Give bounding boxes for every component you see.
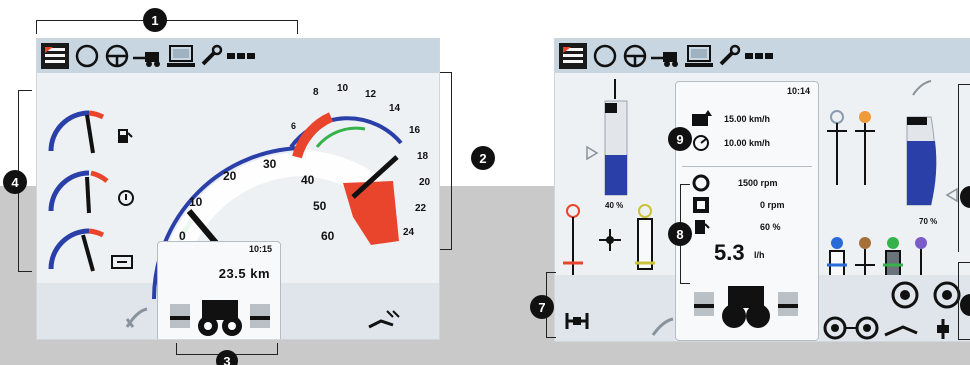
valve-lever-red (563, 204, 583, 279)
top-right-icon (912, 80, 932, 96)
menu-icon[interactable] (41, 43, 69, 69)
rpm-tick-8: 8 (313, 87, 319, 98)
rpm-tick-10: 10 (337, 83, 349, 94)
callout-4: 4 (3, 170, 27, 194)
rpm-tick-14: 14 (389, 103, 401, 114)
rpm-tick-18: 18 (417, 151, 429, 162)
rpm-tick-6: 6 (291, 121, 297, 131)
valve-lever-blue-top (827, 110, 847, 185)
joystick-icon (599, 229, 621, 251)
callout-2: 2 (471, 146, 495, 170)
speed-tick-30: 30 (263, 157, 277, 171)
cruise-icon (693, 135, 709, 151)
oil-pressure-gauge (48, 228, 105, 272)
wrench-icon[interactable] (199, 44, 223, 68)
odometer-distance: 23.5 km (218, 266, 270, 281)
valve-lever-yellow (635, 204, 655, 270)
right-display-screen: 40 % 10:14 15.00 km/h 10.00 km/h 1500 rp… (554, 38, 970, 342)
odometer-time: 10:15 (248, 244, 272, 254)
service-icon[interactable] (227, 49, 255, 63)
callout-9: 9 (668, 127, 692, 151)
left-gauge-percent: 40 % (605, 201, 624, 210)
panel-time: 10:14 (786, 86, 810, 96)
steering-wheel-icon[interactable] (105, 44, 129, 68)
right-edge-bracket-top (958, 84, 970, 252)
fuel-gauge (48, 110, 105, 154)
rpm-tick-20: 20 (419, 177, 431, 188)
implement-icon[interactable] (651, 44, 681, 68)
fuel-icon (695, 220, 710, 234)
implement-icon[interactable] (133, 44, 163, 68)
circle-icon[interactable] (593, 44, 617, 68)
steering-assist-icon (651, 317, 674, 336)
drivetrain-icons (823, 316, 949, 340)
set-speed-2: 10.00 km/h (724, 138, 771, 148)
menu-icon[interactable] (559, 43, 587, 69)
battery-icon (111, 255, 133, 269)
rpm-tick-24: 24 (403, 227, 415, 238)
rpm-tick-16: 16 (409, 125, 421, 136)
tractor-icon (694, 286, 798, 328)
differential-lock-icon (565, 313, 589, 329)
wrench-icon[interactable] (717, 44, 741, 68)
info-panel: 10:14 15.00 km/h 10.00 km/h 1500 rpm 0 r… (675, 81, 819, 341)
rpm-tick-22: 22 (415, 203, 427, 214)
temperature-gauge (48, 170, 109, 214)
fuel-icon (118, 129, 133, 143)
set-speed-1: 15.00 km/h (724, 114, 771, 124)
engine-rpm-icon (692, 174, 710, 192)
callout-1-bracket (36, 20, 298, 34)
speed-tick-20: 20 (223, 169, 237, 183)
service-icon[interactable] (745, 49, 773, 63)
engine-rpm: 1500 rpm (738, 178, 778, 188)
computer-icon[interactable] (167, 44, 195, 68)
fuel-percent: 60 % (760, 222, 781, 232)
steering-wheel-icon[interactable] (623, 44, 647, 68)
hitch-arrow-icon (586, 145, 599, 161)
right-gauge-percent: 70 % (919, 217, 938, 226)
tractor-icon (170, 300, 270, 336)
panel-divider (682, 166, 812, 167)
callout-7: 7 (530, 295, 554, 319)
callout-3: 3 (216, 350, 238, 365)
rpm-tick-12: 12 (365, 89, 377, 100)
speed-tick-10: 10 (189, 195, 203, 209)
left-strip-icon (125, 307, 148, 328)
pto-rpm: 0 rpm (760, 200, 785, 210)
circle-icon[interactable] (75, 44, 99, 68)
rear-hitch-gauge (604, 79, 628, 196)
callout-2-bracket (440, 72, 452, 250)
computer-icon[interactable] (685, 44, 713, 68)
callout-1: 1 (143, 8, 167, 32)
left-display-screen: 0 10 20 30 40 50 60 6 8 10 12 14 16 18 2… (36, 38, 440, 340)
callout-8: 8 (668, 222, 692, 246)
fuel-rate: 5.3 (714, 240, 745, 265)
front-hitch-arrow-icon (945, 187, 958, 203)
warning-icon (118, 190, 134, 206)
odometer-panel: 10:15 23.5 km (157, 241, 281, 339)
right-strip-icon (368, 310, 400, 329)
valve-lever-orange (855, 111, 875, 185)
speed-set-icon (692, 110, 712, 126)
fuel-rate-unit: l/h (754, 250, 765, 260)
pto-icon (693, 197, 709, 213)
front-hitch-gauge (906, 116, 937, 206)
